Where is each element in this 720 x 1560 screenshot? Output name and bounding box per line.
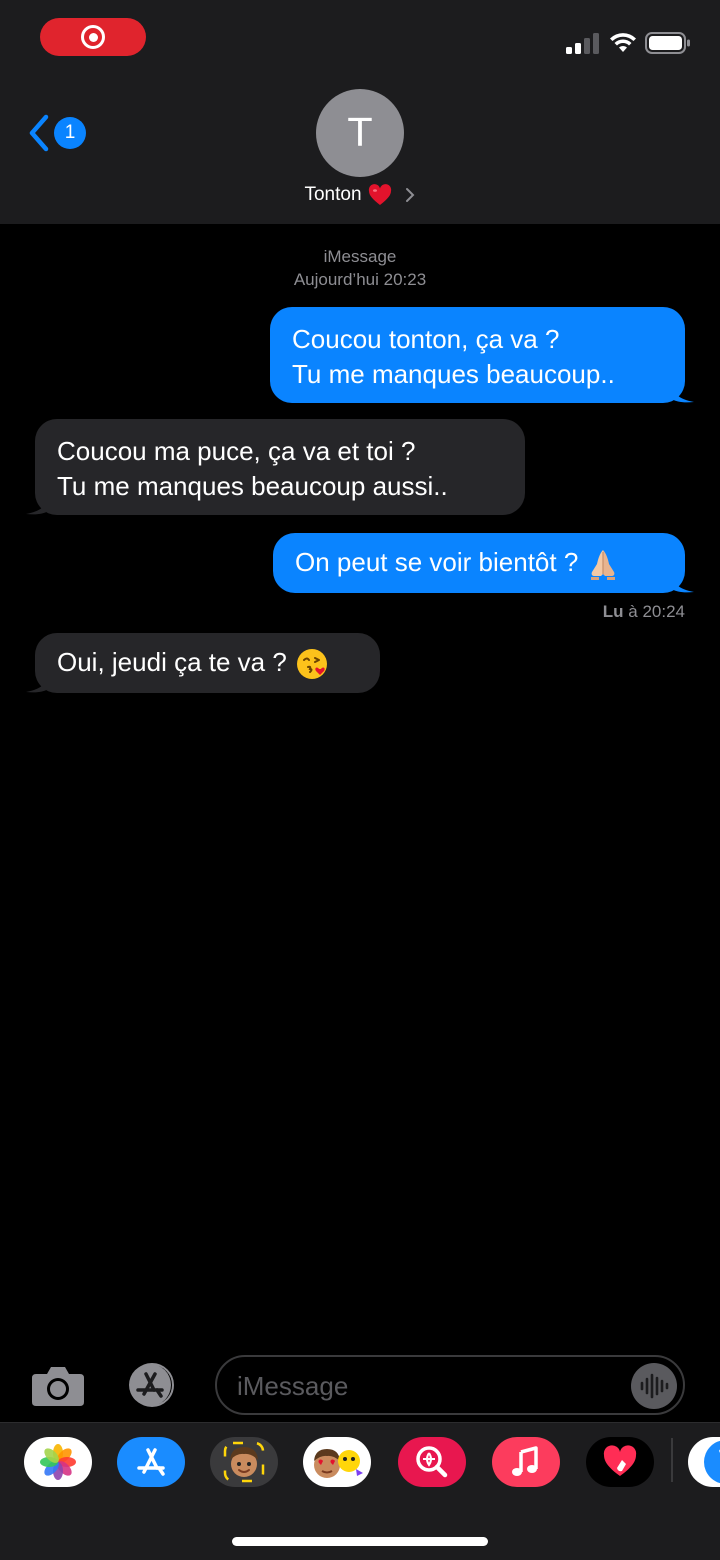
- digital-touch-app-button[interactable]: [586, 1437, 654, 1487]
- unread-count-badge: 1: [54, 117, 86, 149]
- record-icon: [81, 25, 105, 49]
- animoji-stickers-app-button[interactable]: [303, 1437, 371, 1487]
- service-label: iMessage: [323, 247, 397, 266]
- back-button[interactable]: 1: [26, 112, 90, 154]
- music-app-button[interactable]: [492, 1437, 560, 1487]
- audio-waveform-icon: [640, 1373, 669, 1399]
- message-text: On peut se voir bientôt ?: [295, 545, 663, 581]
- audio-message-button[interactable]: [631, 1363, 677, 1409]
- app-store-icon[interactable]: [122, 1362, 184, 1408]
- memoji-stickers-icon: [314, 1449, 363, 1478]
- message-bubble-outgoing[interactable]: On peut se voir bientôt ?: [273, 533, 694, 593]
- bubble-tail: [26, 671, 48, 693]
- photos-app-button[interactable]: [24, 1437, 92, 1487]
- message-bubble-incoming[interactable]: Oui, jeudi ça te va ?: [26, 633, 380, 693]
- wifi-icon: [610, 33, 636, 52]
- contact-name: Tonton: [304, 184, 362, 205]
- read-receipt-time: à 20:24: [628, 602, 685, 621]
- app-store-partial-button[interactable]: [688, 1437, 720, 1487]
- message-input-field[interactable]: [215, 1355, 685, 1415]
- message-text: Tu me manques beaucoup aussi..: [57, 471, 448, 501]
- cellular-signal-icon: [566, 33, 599, 54]
- music-note-icon: [512, 1446, 538, 1476]
- bubble-tail: [672, 381, 694, 403]
- read-receipt: Lu à 20:24: [603, 602, 685, 622]
- memoji-app-button[interactable]: [210, 1437, 278, 1487]
- conversation-header: 1 T Tonton: [0, 0, 720, 224]
- message-text: Tu me manques beaucoup..: [292, 359, 615, 389]
- images-search-app-button[interactable]: [398, 1437, 466, 1487]
- home-indicator[interactable]: [232, 1537, 488, 1546]
- memoji-icon: [223, 1441, 265, 1483]
- folded-hands-icon: [591, 550, 616, 581]
- app-store-app-button[interactable]: [117, 1437, 185, 1487]
- chevron-right-icon: [405, 188, 414, 202]
- app-store-icon: [704, 1440, 720, 1484]
- chevron-left-icon: [29, 114, 49, 152]
- message-text: Coucou tonton, ça va ?: [292, 324, 560, 354]
- message-text: Coucou ma puce, ça va et toi ?: [57, 436, 416, 466]
- contact-details-button[interactable]: Tonton: [0, 180, 720, 210]
- face-blowing-kiss-icon: [296, 649, 327, 680]
- image-search-icon: [416, 1446, 448, 1478]
- conversation-timestamp: Aujourd’hui 20:23: [293, 270, 427, 289]
- message-text: Oui, jeudi ça te va ?: [57, 645, 358, 681]
- message-input[interactable]: [237, 1367, 627, 1405]
- drawer-divider: [671, 1438, 673, 1482]
- message-bubble-incoming[interactable]: Coucou ma puce, ça va et toi ? Tu me man…: [26, 419, 525, 515]
- digital-touch-heart-icon: [603, 1445, 637, 1476]
- read-receipt-label: Lu: [602, 602, 624, 621]
- app-store-icon: [137, 1448, 165, 1476]
- bubble-tail: [672, 571, 694, 593]
- bubble-tail: [26, 493, 48, 515]
- red-heart-icon: [368, 184, 391, 205]
- message-bubble-outgoing[interactable]: Coucou tonton, ça va ? Tu me manques bea…: [270, 307, 694, 403]
- screen-recording-indicator[interactable]: [40, 18, 146, 56]
- photos-icon: [40, 1444, 76, 1480]
- contact-avatar[interactable]: T: [316, 89, 404, 177]
- camera-icon[interactable]: [30, 1362, 86, 1408]
- battery-icon: [645, 32, 690, 54]
